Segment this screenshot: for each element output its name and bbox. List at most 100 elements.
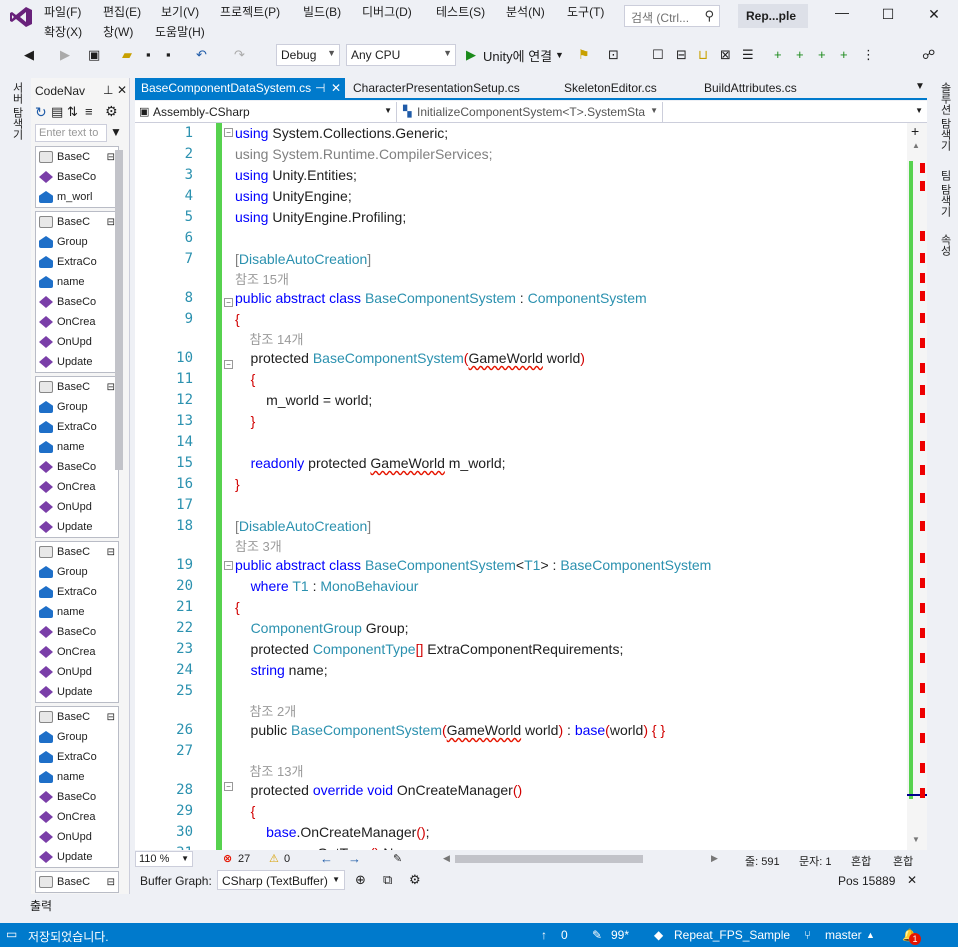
- error-mark[interactable]: [920, 603, 925, 613]
- find-in-files-icon[interactable]: ⚑: [578, 47, 590, 63]
- error-mark[interactable]: [920, 413, 925, 423]
- error-mark[interactable]: [920, 763, 925, 773]
- maximize-button[interactable]: ☐: [876, 6, 900, 26]
- window-icon[interactable]: ☐: [652, 47, 664, 63]
- codenav-member-item[interactable]: OnCrea: [36, 807, 118, 827]
- location-select[interactable]: ▼: [665, 102, 927, 122]
- codenav-member-item[interactable]: Group: [36, 562, 118, 582]
- platform-select[interactable]: Any CPU ▼: [346, 44, 456, 66]
- code-editor[interactable]: 1 using System.Collections.Generic; 2 using…: [135, 123, 907, 850]
- code-line[interactable]: m_world = world;: [235, 392, 372, 408]
- error-mark[interactable]: [920, 521, 925, 531]
- codenav-scrollbar[interactable]: [115, 150, 123, 470]
- error-mark[interactable]: [920, 553, 925, 563]
- indent-mode[interactable]: 혼합: [851, 853, 871, 869]
- codenav-class-item[interactable]: BaseC ⊟: [36, 212, 118, 232]
- tab-skeletoneditor[interactable]: SkeletonEditor.cs: [558, 78, 663, 98]
- codenav-member-item[interactable]: Update: [36, 517, 118, 537]
- scroll-down-icon[interactable]: ▼: [912, 835, 920, 844]
- codenav-member-item[interactable]: BaseCo: [36, 167, 118, 187]
- team-explorer-tab[interactable]: 팀 탐색기: [937, 170, 953, 217]
- codenav-class-item[interactable]: BaseC ⊟: [36, 707, 118, 727]
- brush-icon[interactable]: ✎: [393, 852, 402, 865]
- attach-unity-button[interactable]: Unity에 연결: [483, 46, 552, 65]
- code-line[interactable]: using UnityEngine;: [235, 188, 352, 204]
- format-icon[interactable]: ☰: [742, 47, 754, 63]
- close-buffer-graph-icon[interactable]: ✕: [907, 873, 917, 887]
- code-line[interactable]: }: [235, 413, 256, 429]
- error-mark[interactable]: [920, 363, 925, 373]
- codenav-member-item[interactable]: name: [36, 767, 118, 787]
- menu-window[interactable]: 창(W): [103, 23, 133, 40]
- collapse-group-icon[interactable]: ⊟: [107, 877, 115, 888]
- add-class-icon[interactable]: +: [840, 47, 848, 62]
- code-line[interactable]: protected override void OnCreateManager(…: [235, 782, 523, 798]
- menu-debug[interactable]: 디버그(D): [362, 3, 412, 20]
- error-mark[interactable]: [920, 273, 925, 283]
- fold-toggle-icon[interactable]: −: [224, 298, 233, 307]
- codenav-class-item[interactable]: BaseC ⊟: [36, 542, 118, 562]
- properties-tab[interactable]: 속성: [937, 234, 953, 256]
- codenav-member-item[interactable]: m_worl: [36, 187, 118, 207]
- error-mark[interactable]: [920, 385, 925, 395]
- codenav-member-item[interactable]: Update: [36, 352, 118, 372]
- code-line[interactable]: public abstract class BaseComponentSyste…: [235, 557, 711, 573]
- menu-project[interactable]: 프로젝트(P): [220, 3, 280, 20]
- menu-analyze[interactable]: 분석(N): [506, 3, 545, 20]
- package-icon[interactable]: ⊔: [698, 47, 708, 63]
- codenav-filter-input[interactable]: Enter text to: [35, 124, 107, 142]
- codelens-references[interactable]: 참조 3개: [235, 536, 282, 555]
- more-icon[interactable]: ⋮: [862, 47, 875, 63]
- save-icon[interactable]: ▪: [146, 47, 151, 62]
- codenav-member-item[interactable]: OnCrea: [36, 477, 118, 497]
- document-icon[interactable]: ▤: [51, 104, 63, 120]
- codenav-member-item[interactable]: name: [36, 437, 118, 457]
- error-mark[interactable]: [920, 181, 925, 191]
- code-line[interactable]: using System.Runtime.CompilerServices;: [235, 146, 493, 162]
- codenav-member-item[interactable]: OnUpd: [36, 662, 118, 682]
- graph-icon[interactable]: ⊕: [355, 872, 366, 888]
- fold-toggle-icon[interactable]: −: [224, 561, 233, 570]
- codenav-member-item[interactable]: ExtraCo: [36, 582, 118, 602]
- code-line[interactable]: using System.Collections.Generic;: [235, 125, 448, 141]
- add-icon[interactable]: +: [774, 47, 782, 62]
- error-mark[interactable]: [920, 733, 925, 743]
- tab-buildattributes[interactable]: BuildAttributes.cs: [698, 78, 803, 98]
- error-icon[interactable]: ⊗: [223, 852, 232, 865]
- attach-dropdown-icon[interactable]: ▼: [555, 50, 564, 60]
- code-line[interactable]: [DisableAutoCreation]: [235, 251, 371, 267]
- redo-icon[interactable]: ↷: [234, 47, 245, 63]
- codelens-references[interactable]: 참조 14개: [235, 329, 303, 348]
- output-tab[interactable]: 출력: [30, 897, 52, 914]
- screenshot-icon[interactable]: ⊡: [608, 47, 619, 63]
- pin-icon[interactable]: ⊣: [315, 81, 325, 95]
- error-mark[interactable]: [920, 163, 925, 173]
- hscroll-left-icon[interactable]: ◀: [443, 853, 450, 864]
- close-doc-icon[interactable]: ⊠: [720, 47, 731, 63]
- error-mark[interactable]: [920, 313, 925, 323]
- menu-help[interactable]: 도움말(H): [155, 23, 205, 40]
- codenav-member-item[interactable]: ExtraCo: [36, 252, 118, 272]
- tab-overflow-icon[interactable]: ▼: [915, 81, 925, 92]
- layout-icon[interactable]: ⊟: [676, 47, 687, 63]
- codenav-member-item[interactable]: BaseCo: [36, 622, 118, 642]
- codenav-member-item[interactable]: BaseCo: [36, 292, 118, 312]
- codenav-member-item[interactable]: OnUpd: [36, 497, 118, 517]
- code-line[interactable]: {: [235, 371, 256, 387]
- codenav-member-item[interactable]: OnUpd: [36, 332, 118, 352]
- codelens-references[interactable]: 참조 13개: [235, 761, 303, 780]
- line-ending-mode[interactable]: 혼합: [893, 853, 913, 869]
- collapse-group-icon[interactable]: ⊟: [107, 547, 115, 558]
- fold-toggle-icon[interactable]: −: [224, 128, 233, 137]
- codenav-member-item[interactable]: Group: [36, 727, 118, 747]
- code-line[interactable]: {: [235, 311, 240, 327]
- codenav-member-item[interactable]: OnCrea: [36, 642, 118, 662]
- codenav-member-item[interactable]: ExtraCo: [36, 417, 118, 437]
- error-count[interactable]: 27: [238, 853, 250, 865]
- code-line[interactable]: public BaseComponentSystem(GameWorld wor…: [235, 722, 666, 738]
- close-panel-icon[interactable]: ✕: [117, 83, 127, 97]
- codenav-member-item[interactable]: Update: [36, 847, 118, 867]
- error-mark[interactable]: [920, 441, 925, 451]
- codenav-member-item[interactable]: Update: [36, 682, 118, 702]
- forward-icon[interactable]: ▶: [60, 47, 70, 63]
